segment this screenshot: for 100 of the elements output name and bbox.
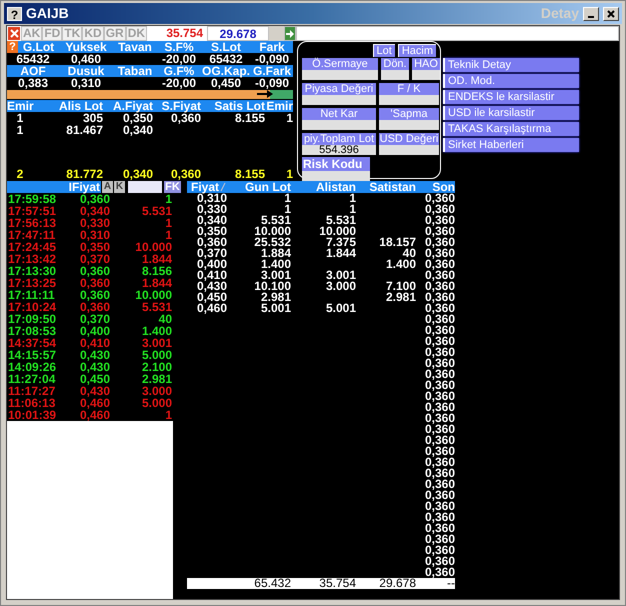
trade-price: 0,460: [78, 397, 110, 409]
quote-value: 0,460: [70, 53, 102, 65]
toolbar-tab[interactable]: AK: [21, 26, 42, 41]
total-cell-text: 29.678: [378, 578, 416, 589]
table-cell-text: 0,360: [424, 314, 455, 325]
toolbar-tab[interactable]: TK: [62, 26, 82, 41]
table-cell-text: 0,350: [196, 226, 228, 237]
detail-link[interactable]: TAKAS Karşılaştırma: [443, 122, 579, 136]
trade-price: 0,360: [80, 193, 110, 205]
trade-lot: 2.981: [140, 373, 172, 385]
table-cell-text: 0,360: [424, 567, 455, 578]
toolbar-tab[interactable]: KD: [82, 26, 104, 41]
column-header: AOF: [19, 65, 47, 77]
column-header[interactable]: Satistan: [356, 181, 416, 193]
value-field: [412, 70, 440, 80]
table-cell-text: 81.467: [65, 124, 103, 136]
trade-time: 14:09:26: [8, 361, 58, 373]
toolbar-tab[interactable]: GR: [104, 26, 126, 41]
table-cell-text: 0,360: [424, 193, 455, 204]
trade-lot: 1: [164, 409, 172, 421]
quote-value: 0,383: [16, 77, 50, 89]
table-cell-text: 0,430: [196, 281, 228, 292]
arrow-right-icon: [285, 28, 296, 38]
trade-time: 10:01:39: [8, 409, 58, 421]
table-cell-text: 0,360: [424, 325, 455, 336]
quote-value: 65432: [15, 53, 51, 65]
column-header: OG.Kap.: [201, 65, 251, 77]
minimize-button[interactable]: [583, 6, 599, 20]
input-field[interactable]: [296, 26, 619, 41]
trade-time: 17:11:11: [8, 289, 56, 301]
help-button[interactable]: ?: [7, 6, 22, 20]
table-cell-text: 3.001: [324, 270, 356, 281]
trade-lot: 10.000: [134, 241, 172, 253]
table-cell-text: 0,360: [424, 270, 455, 281]
sort-icon: [220, 182, 226, 192]
table-cell-text: 0,360: [424, 402, 455, 413]
table-cell-text: 10.000: [253, 226, 291, 237]
trade-time: 14:37:54: [8, 337, 58, 349]
table-cell-text: 25.532: [253, 237, 291, 248]
quote-value: -0,090: [254, 77, 290, 89]
table-cell-text: 8.155: [234, 168, 265, 180]
table-cell-text: 0,360: [424, 523, 455, 534]
sort-button[interactable]: K: [114, 181, 125, 193]
value-field: [302, 171, 370, 182]
column-header[interactable]: Fiyat: [191, 181, 220, 193]
trade-price: 0,360: [78, 277, 110, 289]
field-label: Risk Kodu: [302, 157, 370, 171]
table-cell-text: 1: [285, 112, 293, 124]
table-cell-text: 0,360: [424, 391, 455, 402]
unit-button[interactable]: Hacim: [398, 44, 436, 57]
detail-link[interactable]: USD ile karsilastir: [443, 106, 579, 120]
detail-link[interactable]: ENDEKS le karsilastir: [443, 90, 579, 104]
table-cell-text: 0,360: [424, 413, 455, 424]
table-cell-text: 0,360: [424, 204, 455, 215]
trade-price: 0,360: [78, 301, 110, 313]
close-icon: [607, 10, 615, 18]
trade-price: 0,310: [78, 229, 110, 241]
filter-field[interactable]: [128, 181, 162, 193]
close-button[interactable]: [603, 6, 619, 20]
column-header[interactable]: Alistan: [291, 181, 356, 193]
trade-lot: 3.000: [140, 385, 172, 397]
column-header[interactable]: Gun Lot: [231, 181, 291, 193]
trade-time: 17:13:42: [8, 253, 58, 265]
column-header: A.Fiyat: [112, 100, 153, 112]
toolbar-tab[interactable]: DK: [126, 26, 148, 41]
trade-price: 0,430: [78, 349, 110, 361]
trade-price: 0,430: [78, 385, 110, 397]
table-cell-text: 0,360: [424, 281, 455, 292]
unit-button[interactable]: Lot: [372, 44, 395, 57]
arrow-right-icon: [257, 90, 273, 98]
column-header: Emir: [265, 100, 293, 112]
forward-button[interactable]: [284, 26, 296, 41]
table-cell-text: 7.100: [384, 281, 416, 292]
sort-button[interactable]: A: [102, 181, 113, 193]
table-cell-text: 1: [16, 124, 24, 136]
fk-button[interactable]: FK: [164, 181, 181, 193]
table-cell-text: 1: [284, 193, 291, 204]
table-cell-text: 0,450: [196, 292, 228, 303]
column-header[interactable]: Son: [416, 181, 455, 193]
trade-lot: 8.156: [140, 265, 172, 277]
table-cell-text: 3.001: [260, 270, 291, 281]
table-cell-text: 305: [82, 112, 103, 124]
detail-link[interactable]: OD. Mod.: [443, 74, 579, 88]
column-header: Alis Lot: [58, 100, 103, 112]
trade-lot: 40: [158, 313, 172, 325]
help-button[interactable]: ?: [7, 41, 18, 53]
table-cell-text: 0,360: [424, 490, 455, 501]
table-cell-text: 0,350: [122, 112, 153, 124]
table-cell-text: 0,360: [424, 435, 455, 446]
table-cell-text: 5.001: [260, 303, 291, 314]
table-cell-text: 40: [402, 248, 416, 259]
total-cell-text: 35.754: [318, 578, 356, 589]
detail-link[interactable]: Sirket Haberleri: [443, 138, 579, 152]
table-cell-text: 0,360: [424, 226, 455, 237]
detail-link[interactable]: Teknik Detay: [443, 58, 579, 72]
trade-lot: 2.100: [140, 361, 172, 373]
value-field: [379, 120, 439, 130]
trade-price: 0,330: [78, 217, 110, 229]
toolbar-tab[interactable]: FD: [42, 26, 62, 41]
trade-time: 17:59:58: [8, 193, 58, 205]
